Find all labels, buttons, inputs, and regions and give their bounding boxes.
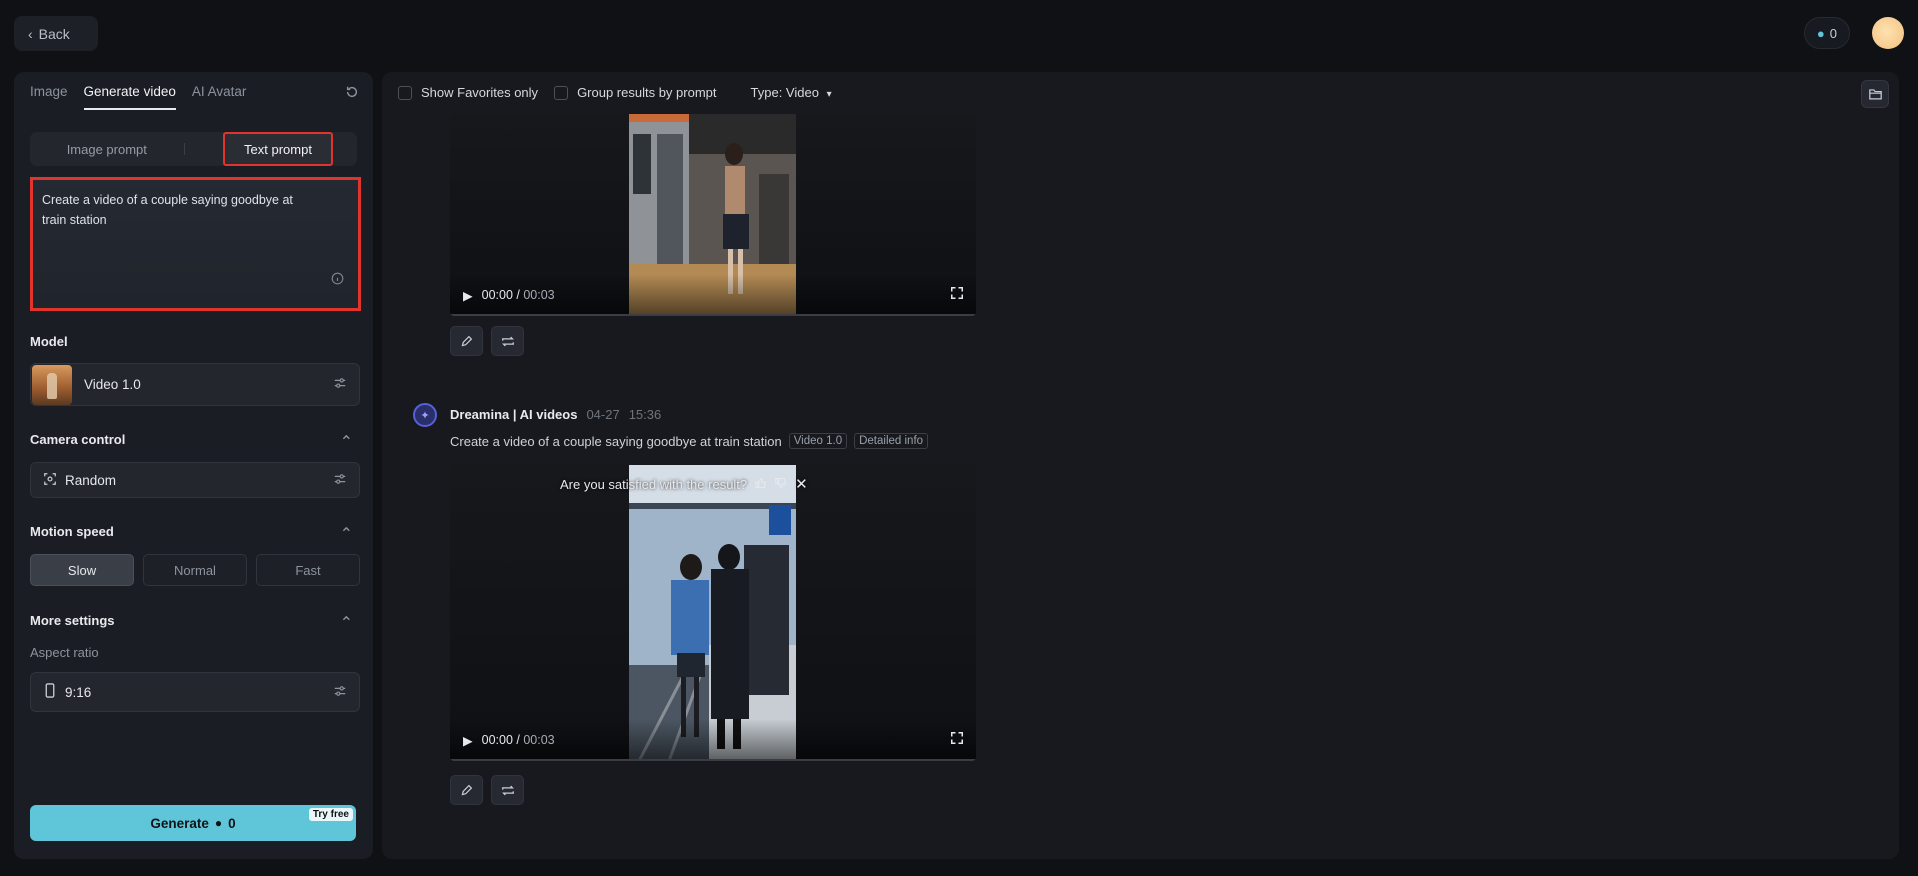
chevron-down-icon: ▾ (826, 89, 832, 100)
image-prompt-button[interactable]: Image prompt (30, 142, 184, 157)
info-icon[interactable] (331, 271, 344, 291)
detailed-info-tag[interactable]: Detailed info (854, 433, 929, 449)
chevron-up-icon[interactable]: ⌃ (340, 432, 353, 452)
reset-icon[interactable] (345, 85, 359, 104)
model-thumbnail (32, 364, 72, 405)
mode-tabs: Image Generate video AI Avatar (30, 84, 246, 110)
chevron-left-icon: ‹ (28, 25, 33, 42)
camera-value: Random (65, 472, 117, 488)
video-controls: ▶ 00:00 / 00:03 (450, 274, 976, 316)
video-player[interactable]: Are you satisfied with the result? ✕ ▶ 0… (450, 465, 976, 761)
model-label: Model (30, 334, 68, 349)
edit-icon[interactable] (450, 775, 483, 805)
avatar[interactable] (1872, 17, 1904, 49)
speed-normal-button[interactable]: Normal (143, 554, 247, 586)
divider (183, 143, 185, 155)
generate-button[interactable]: Generate ● 0 Try free (30, 805, 356, 841)
speed-fast-button[interactable]: Fast (256, 554, 360, 586)
aspect-ratio-label: Aspect ratio (30, 645, 99, 660)
dreamina-logo-icon: ✦ (413, 403, 437, 427)
generate-label: Generate (150, 815, 209, 831)
checkbox-box[interactable] (398, 85, 412, 100)
camera-control-label: Camera control (30, 432, 126, 447)
group-checkbox[interactable]: Group results by prompt (554, 85, 717, 100)
video-frame (629, 465, 796, 761)
credits-badge[interactable]: ● 0 (1803, 17, 1850, 49)
aspect-value: 9:16 (65, 684, 92, 700)
motion-speed-label: Motion speed (30, 524, 114, 539)
credits-count: 0 (1829, 25, 1837, 41)
top-bar: ‹ Back ● 0 (0, 0, 1918, 68)
back-label: Back (38, 25, 70, 42)
camera-focus-icon (43, 472, 57, 489)
play-icon[interactable]: ▶ (463, 733, 473, 748)
thumbs-down-icon[interactable] (775, 477, 787, 492)
progress-bar[interactable] (450, 759, 976, 761)
video-controls: ▶ 00:00 / 00:03 (450, 719, 976, 761)
generate-cost: 0 (228, 815, 236, 831)
filter-bar: Show Favorites only Group results by pro… (398, 85, 832, 100)
model-value: Video 1.0 (84, 377, 141, 392)
progress-bar[interactable] (450, 314, 976, 316)
type-label: Type: Video (750, 85, 819, 100)
time-display: 00:00 / 00:03 (481, 733, 555, 747)
sliders-icon[interactable] (333, 684, 347, 701)
video-player[interactable]: ▶ 00:00 / 00:03 (450, 114, 976, 316)
fullscreen-icon[interactable] (951, 286, 963, 304)
feedback-survey: Are you satisfied with the result? ✕ (560, 473, 808, 495)
chevron-up-icon[interactable]: ⌃ (340, 613, 353, 633)
camera-control-selector[interactable]: Random (30, 462, 360, 498)
folder-icon[interactable] (1861, 80, 1889, 108)
more-settings-label: More settings (30, 613, 115, 628)
favorites-label: Show Favorites only (421, 85, 539, 100)
sliders-icon[interactable] (333, 472, 347, 489)
edit-icon[interactable] (450, 326, 483, 356)
thumbs-up-icon[interactable] (755, 477, 767, 492)
phone-icon (45, 683, 55, 701)
prompt-text: Create a video of a couple saying goodby… (42, 193, 293, 227)
chevron-up-icon[interactable]: ⌃ (340, 524, 353, 544)
aspect-ratio-selector[interactable]: 9:16 (30, 672, 360, 712)
tab-ai-avatar[interactable]: AI Avatar (192, 84, 247, 110)
checkbox-box[interactable] (554, 85, 569, 100)
result-date: 04-27 (586, 407, 620, 422)
tab-generate-video[interactable]: Generate video (83, 84, 176, 110)
speed-slow-button[interactable]: Slow (30, 554, 134, 586)
favorites-checkbox[interactable]: Show Favorites only (398, 85, 538, 100)
time-display: 00:00 / 00:03 (481, 288, 555, 302)
survey-question: Are you satisfied with the result? (560, 476, 748, 492)
results-panel: Show Favorites only Group results by pro… (382, 72, 1899, 859)
tab-image[interactable]: Image (30, 84, 68, 110)
back-button[interactable]: ‹ Back (14, 16, 98, 51)
play-icon[interactable]: ▶ (463, 288, 473, 303)
result-time: 15:36 (628, 407, 662, 422)
result-prompt: Create a video of a couple saying goodby… (450, 433, 782, 449)
left-panel: Image Generate video AI Avatar Image pro… (14, 72, 373, 859)
result-actions (450, 326, 524, 356)
result-actions (450, 775, 524, 805)
regenerate-icon[interactable] (491, 326, 524, 356)
model-tag: Video 1.0 (788, 433, 848, 449)
text-prompt-button[interactable]: Text prompt (223, 132, 333, 166)
model-selector[interactable]: Video 1.0 (30, 363, 360, 406)
credit-icon: ● (214, 816, 223, 830)
result-prompt-row: Create a video of a couple saying goodby… (450, 433, 929, 449)
regenerate-icon[interactable] (491, 775, 524, 805)
sliders-icon[interactable] (333, 376, 347, 393)
result-meta: Dreamina | AI videos 04-27 15:36 (450, 407, 661, 422)
fullscreen-icon[interactable] (951, 731, 963, 749)
group-label: Group results by prompt (577, 85, 717, 100)
try-free-badge: Try free (308, 808, 353, 821)
prompt-mode-toggle: Image prompt Text prompt (30, 132, 357, 166)
motion-speed-options: Slow Normal Fast (30, 554, 360, 586)
author-name: Dreamina | AI videos (450, 407, 578, 422)
credit-icon: ● (1816, 25, 1825, 41)
prompt-textarea[interactable]: Create a video of a couple saying goodby… (30, 177, 361, 311)
close-icon[interactable]: ✕ (795, 475, 808, 493)
type-dropdown[interactable]: Type: Video ▾ (751, 85, 832, 100)
